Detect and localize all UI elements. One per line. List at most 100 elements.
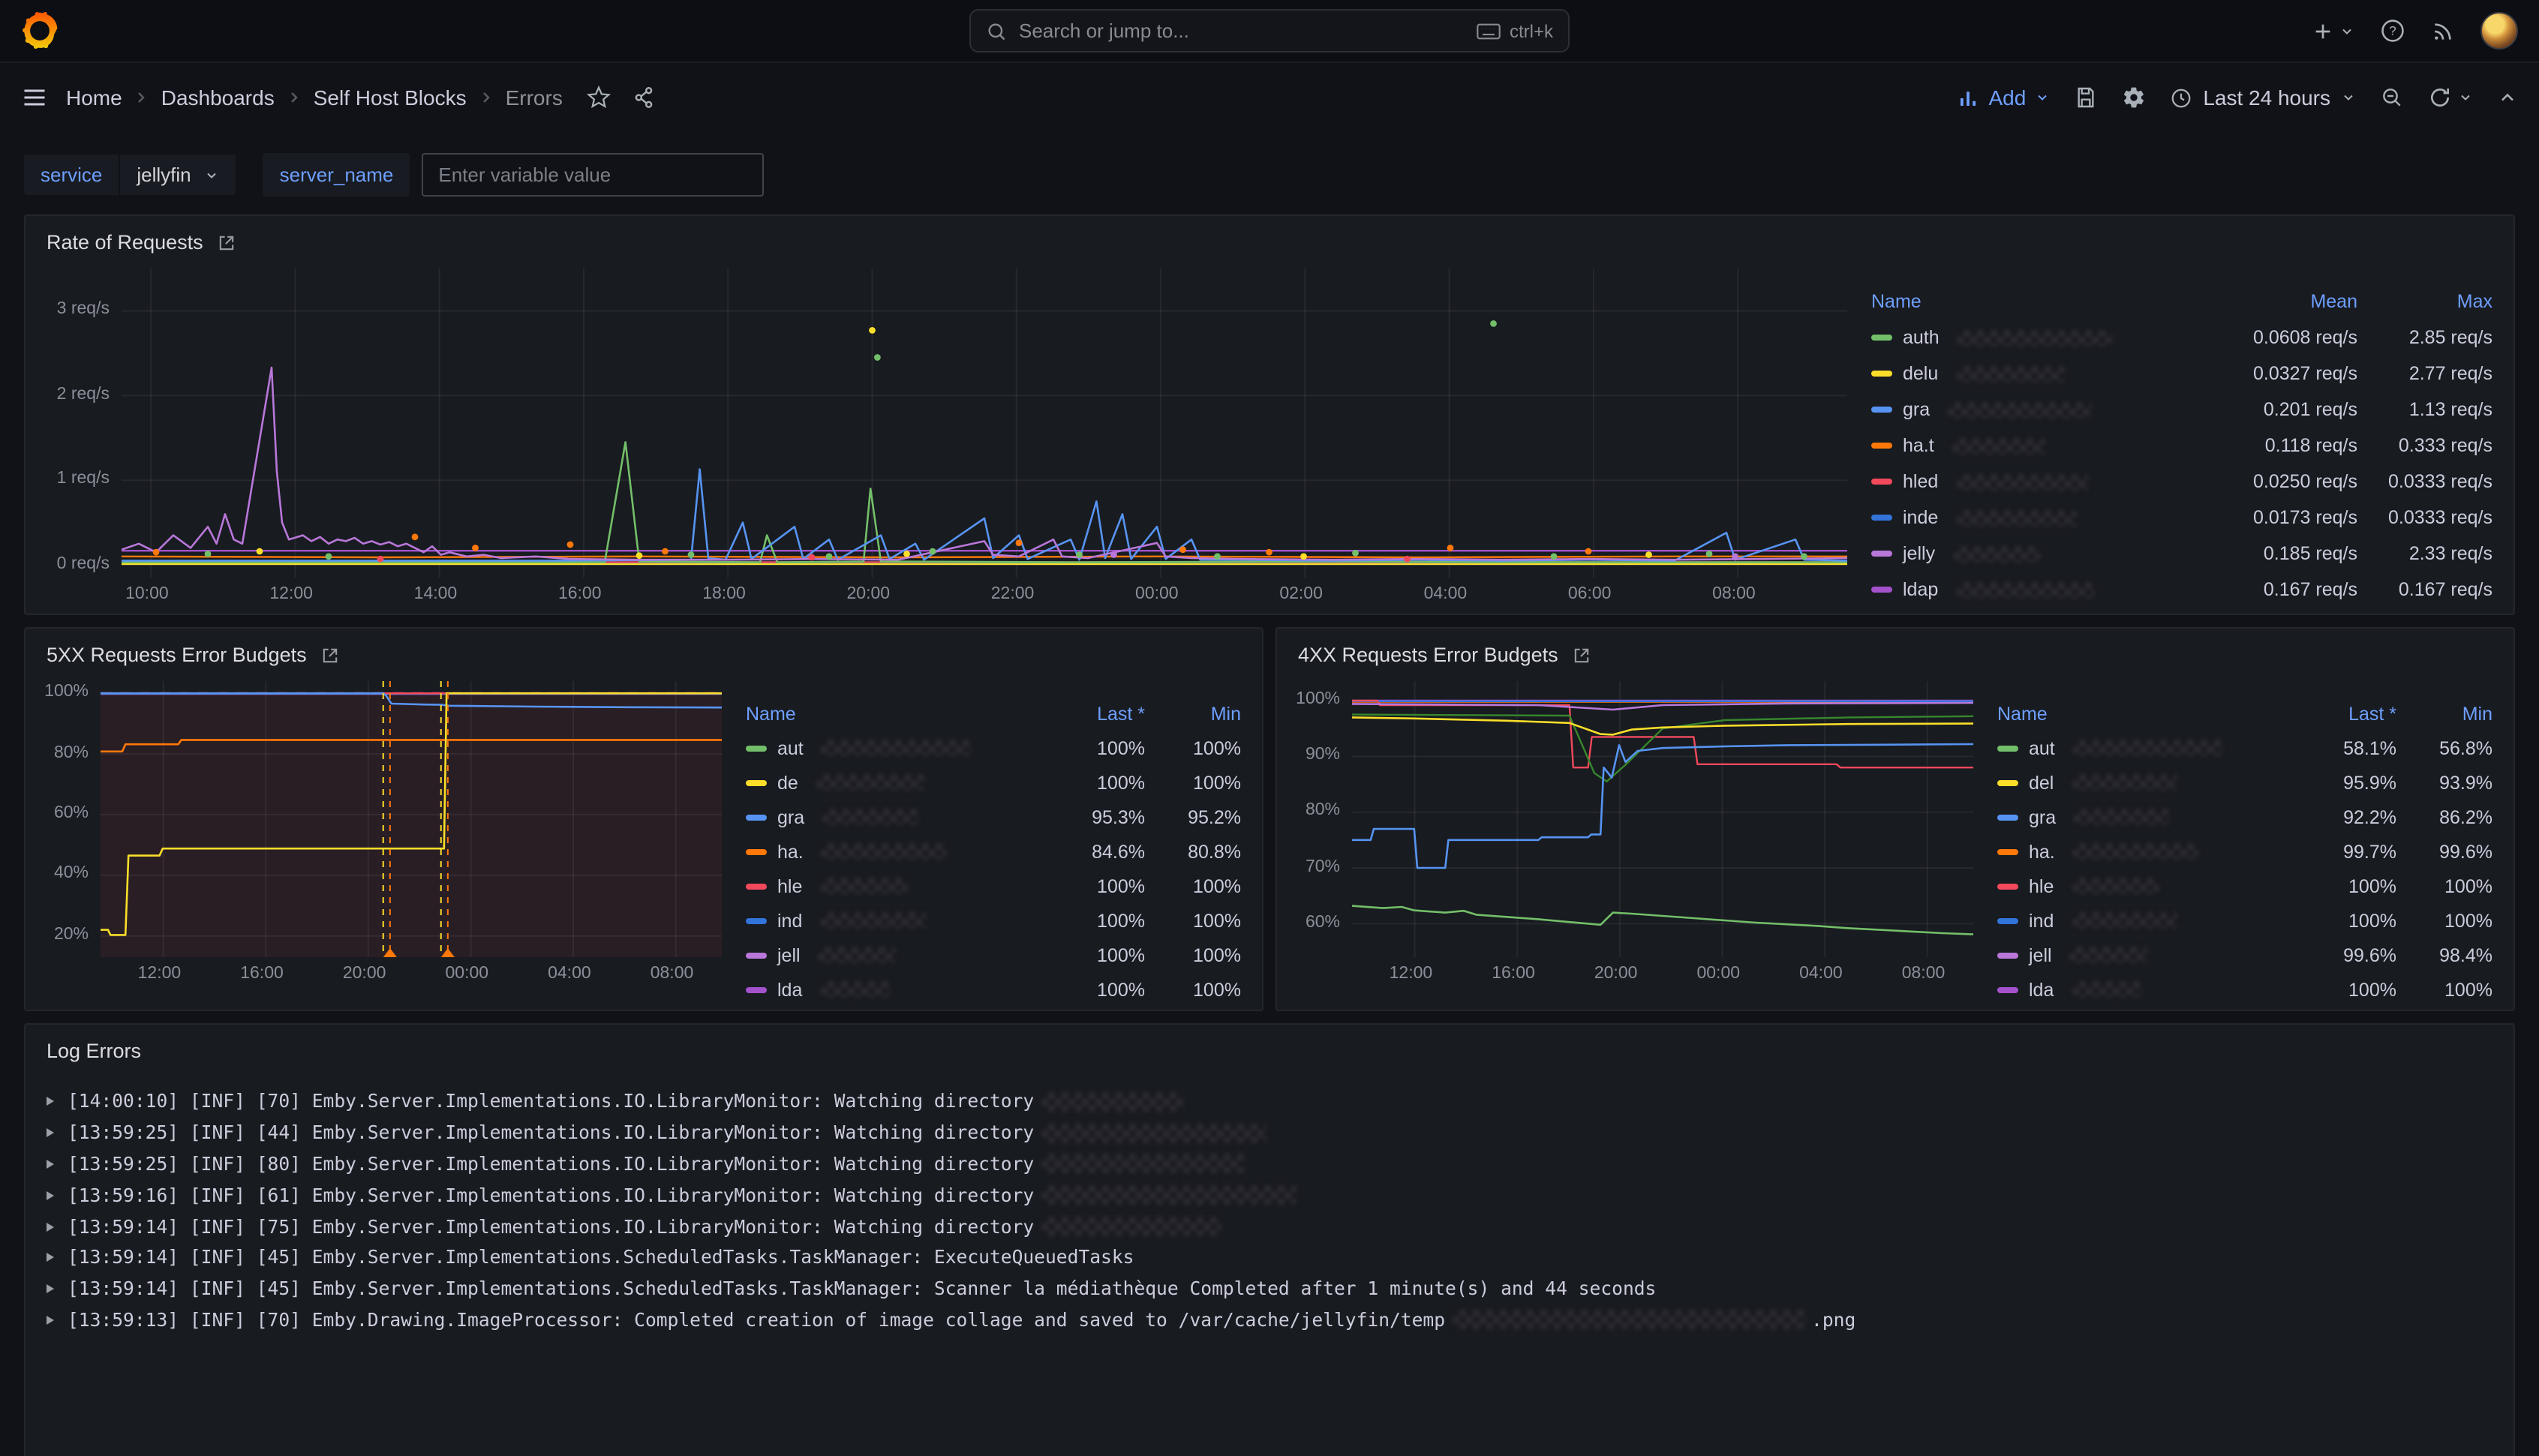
panel-header[interactable]: 5XX Requests Error Budgets: [26, 629, 1262, 678]
log-list: [14:00:10] [INF] [70] Emby.Server.Implem…: [26, 1074, 2513, 1351]
legend-header-min[interactable]: Min: [2396, 703, 2492, 724]
refresh-button[interactable]: [2428, 86, 2473, 110]
series-name[interactable]: ha.: [746, 841, 1019, 862]
series-name[interactable]: gra: [746, 806, 1019, 827]
add-panel-button[interactable]: Add: [1957, 86, 2050, 110]
panel-header[interactable]: Rate of Requests: [26, 216, 2513, 266]
series-name[interactable]: ind: [1997, 910, 2270, 931]
expand-log-icon[interactable]: [47, 1222, 54, 1231]
series-name[interactable]: lda: [746, 979, 1019, 1000]
series-name-text: aut: [2029, 737, 2055, 758]
series-name[interactable]: aut: [1997, 737, 2270, 758]
x-axis-tick: 20:00: [343, 965, 386, 983]
share-button[interactable]: [632, 86, 656, 110]
redacted-name: [1948, 401, 2092, 418]
log-row[interactable]: [13:59:14] [INF] [75] Emby.Server.Implem…: [47, 1211, 2492, 1242]
expand-log-icon[interactable]: [47, 1097, 54, 1106]
legend-value-mean: 0.201 req/s: [2201, 399, 2357, 420]
series-name[interactable]: gra: [1871, 399, 2201, 420]
global-search[interactable]: ctrl+k: [969, 9, 1570, 53]
panel-title[interactable]: 4XX Requests Error Budgets: [1298, 644, 1558, 666]
expand-log-icon[interactable]: [47, 1253, 54, 1262]
favorite-button[interactable]: [587, 86, 611, 110]
help-button[interactable]: ?: [2380, 18, 2405, 44]
search-input[interactable]: [1019, 20, 1465, 42]
panel-title[interactable]: Log Errors: [47, 1040, 141, 1062]
collapse-controls-button[interactable]: [2497, 87, 2518, 108]
x-axis-tick: 16:00: [558, 585, 602, 603]
redacted-name: [820, 912, 925, 929]
log-row[interactable]: [14:00:10] [INF] [70] Emby.Server.Implem…: [47, 1086, 2492, 1118]
time-series-plot[interactable]: [1352, 681, 1973, 957]
expand-log-icon[interactable]: [47, 1316, 54, 1325]
series-name[interactable]: aut: [746, 737, 1019, 758]
log-message: [13:59:14] [INF] [75] Emby.Server.Implem…: [68, 1216, 1034, 1237]
log-row[interactable]: [13:59:25] [INF] [80] Emby.Server.Implem…: [47, 1148, 2492, 1180]
series-name[interactable]: auth: [1871, 327, 2201, 348]
series-color-swatch: [1997, 986, 2018, 992]
panel-title[interactable]: Rate of Requests: [47, 231, 203, 254]
breadcrumb-dashboards[interactable]: Dashboards: [161, 86, 275, 110]
legend-header-last[interactable]: Last *: [2270, 703, 2396, 724]
news-button[interactable]: [2431, 19, 2455, 43]
zoom-out-button[interactable]: [2380, 86, 2404, 110]
log-row[interactable]: [13:59:14] [INF] [45] Emby.Server.Implem…: [47, 1242, 2492, 1274]
log-row[interactable]: [13:59:14] [INF] [45] Emby.Server.Implem…: [47, 1274, 2492, 1305]
series-name[interactable]: ha.: [1997, 841, 2270, 862]
series-name[interactable]: jell: [1997, 944, 2270, 965]
series-name[interactable]: jell: [746, 944, 1019, 965]
breadcrumb-home[interactable]: Home: [66, 86, 122, 110]
log-row[interactable]: [13:59:16] [INF] [61] Emby.Server.Implem…: [47, 1180, 2492, 1211]
series-name[interactable]: hled: [1871, 471, 2201, 492]
expand-log-icon[interactable]: [47, 1160, 54, 1169]
time-series-plot[interactable]: [122, 269, 1847, 578]
series-name[interactable]: hle: [746, 875, 1019, 896]
variable-server-name-input[interactable]: [422, 153, 764, 197]
legend-header-name[interactable]: Name: [1871, 291, 2201, 312]
series-name[interactable]: del: [1997, 772, 2270, 793]
grafana-logo[interactable]: [21, 12, 59, 50]
legend-header-name[interactable]: Name: [1997, 703, 2270, 724]
series-name[interactable]: lda: [1997, 979, 2270, 1000]
panel-links-icon[interactable]: [1572, 644, 1593, 665]
panel-header[interactable]: Log Errors: [26, 1025, 2513, 1074]
series-name[interactable]: delu: [1871, 363, 2201, 384]
series-name[interactable]: ind: [746, 910, 1019, 931]
panel-title[interactable]: 5XX Requests Error Budgets: [47, 644, 307, 666]
dashboard-settings-button[interactable]: [2122, 86, 2146, 110]
legend-header-min[interactable]: Min: [1145, 703, 1241, 724]
x-axis-tick: 00:00: [1696, 965, 1740, 983]
series-name[interactable]: de: [746, 772, 1019, 793]
menu-toggle-button[interactable]: [21, 84, 48, 111]
log-row[interactable]: [13:59:13] [INF] [70] Emby.Drawing.Image…: [47, 1304, 2492, 1336]
series-name[interactable]: gra: [1997, 806, 2270, 827]
panel-links-icon[interactable]: [320, 644, 341, 665]
legend-header-max[interactable]: Max: [2357, 291, 2492, 312]
legend-value-max: 2.33 req/s: [2357, 543, 2492, 564]
panel-links-icon[interactable]: [217, 232, 238, 253]
save-dashboard-button[interactable]: [2074, 86, 2098, 110]
breadcrumb: Home Dashboards Self Host Blocks Errors: [66, 86, 563, 110]
variable-service-picker[interactable]: jellyfin: [119, 155, 236, 195]
legend-header-last[interactable]: Last *: [1019, 703, 1145, 724]
panel-header[interactable]: 4XX Requests Error Budgets: [1277, 629, 2513, 678]
legend-value-last: 100%: [1019, 910, 1145, 931]
expand-log-icon[interactable]: [47, 1128, 54, 1137]
legend-header-name[interactable]: Name: [746, 703, 1019, 724]
time-range-picker[interactable]: Last 24 hours: [2170, 86, 2356, 110]
series-name[interactable]: ldap: [1871, 579, 2201, 600]
series-name[interactable]: jelly: [1871, 543, 2201, 564]
time-series-plot[interactable]: [101, 681, 722, 957]
legend-value-max: 0.167 req/s: [2357, 579, 2492, 600]
log-row[interactable]: [13:59:25] [INF] [44] Emby.Server.Implem…: [47, 1118, 2492, 1149]
expand-log-icon[interactable]: [47, 1284, 54, 1293]
new-menu-button[interactable]: [2311, 19, 2354, 43]
user-avatar[interactable]: [2480, 12, 2518, 50]
breadcrumb-self-host-blocks[interactable]: Self Host Blocks: [314, 86, 467, 110]
series-name[interactable]: ha.t: [1871, 435, 2201, 456]
legend-value-mean: 0.0250 req/s: [2201, 471, 2357, 492]
series-name[interactable]: hle: [1997, 875, 2270, 896]
series-name[interactable]: inde: [1871, 507, 2201, 528]
expand-log-icon[interactable]: [47, 1191, 54, 1200]
legend-header-mean[interactable]: Mean: [2201, 291, 2357, 312]
